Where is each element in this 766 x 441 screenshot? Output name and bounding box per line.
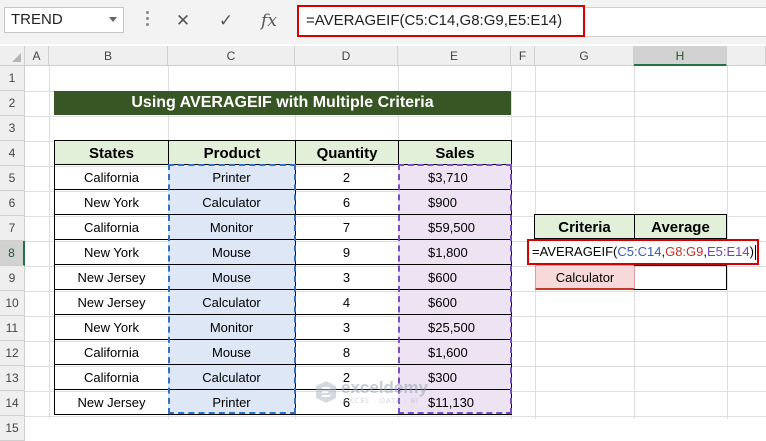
cell-sales[interactable]: $900 [398, 190, 512, 215]
header-quantity[interactable]: Quantity [295, 140, 399, 165]
column-header-e[interactable]: E [398, 46, 511, 66]
cell-quantity[interactable]: 2 [295, 165, 399, 190]
gridline-horizontal [25, 416, 766, 417]
watermark: exceldemy EXCEL · DATA · BI [315, 376, 465, 410]
drag-handle-icon[interactable] [146, 11, 149, 29]
edit-close: ) [749, 244, 754, 259]
watermark-tagline: EXCEL · DATA · BI [343, 398, 419, 405]
row-header-12[interactable]: 12 [0, 341, 25, 366]
cell-sales[interactable]: $1,800 [398, 240, 512, 265]
column-header-next[interactable] [727, 46, 766, 66]
formula-edit-cell[interactable]: =AVERAGEIF(C5:C14,G8:G9,E5:E14) [527, 239, 759, 265]
average-value-cell[interactable] [634, 265, 727, 290]
formula-bar-extension[interactable] [586, 7, 766, 37]
edit-range-3: E5:E14 [707, 244, 750, 259]
column-header-d[interactable]: D [295, 46, 398, 66]
cancel-icon[interactable]: ✕ [170, 8, 196, 34]
cell-sales[interactable]: $600 [398, 290, 512, 315]
insert-function-icon[interactable]: fx [256, 8, 282, 34]
row-header-6[interactable]: 6 [0, 191, 25, 216]
row-header-15[interactable]: 15 [0, 416, 25, 441]
sheet-title[interactable]: Using AVERAGEIF with Multiple Criteria [54, 91, 511, 115]
gridline-horizontal [25, 116, 766, 117]
cell-states[interactable]: New Jersey [54, 265, 169, 290]
cell-product[interactable]: Mouse [168, 240, 296, 265]
cell-quantity[interactable]: 6 [295, 190, 399, 215]
row-header-4[interactable]: 4 [0, 141, 25, 166]
formula-input[interactable]: =AVERAGEIF(C5:C14,G8:G9,E5:E14) [297, 5, 585, 37]
column-header-h[interactable]: H [634, 46, 727, 66]
header-sales[interactable]: Sales [398, 140, 512, 165]
row-header-9[interactable]: 9 [0, 266, 25, 291]
edit-fn: =AVERAGEIF( [532, 244, 618, 259]
cell-product[interactable]: Printer [168, 390, 296, 415]
cell-sales[interactable]: $59,500 [398, 215, 512, 240]
row-header-2[interactable]: 2 [0, 91, 25, 116]
cell-sales[interactable]: $3,710 [398, 165, 512, 190]
cell-product[interactable]: Monitor [168, 315, 296, 340]
cell-states[interactable]: New York [54, 315, 169, 340]
chevron-down-icon[interactable] [109, 17, 117, 22]
cell-product[interactable]: Calculator [168, 290, 296, 315]
formula-bar: TREND ✕ ✓ fx =AVERAGEIF(C5:C14,G8:G9,E5:… [0, 0, 766, 44]
row-header-3[interactable]: 3 [0, 116, 25, 141]
row-header-5[interactable]: 5 [0, 166, 25, 191]
cell-product[interactable]: Mouse [168, 340, 296, 365]
cell-quantity[interactable]: 3 [295, 315, 399, 340]
row-header-7[interactable]: 7 [0, 216, 25, 241]
cell-quantity[interactable]: 3 [295, 265, 399, 290]
header-product[interactable]: Product [168, 140, 296, 165]
column-header-b[interactable]: B [49, 46, 168, 66]
cell-product[interactable]: Monitor [168, 215, 296, 240]
cell-states[interactable]: New Jersey [54, 390, 169, 415]
cell-product[interactable]: Calculator [168, 190, 296, 215]
row-header-1[interactable]: 1 [0, 66, 25, 91]
watermark-name: exceldemy [341, 378, 428, 397]
cell-states[interactable]: California [54, 365, 169, 390]
average-header[interactable]: Average [634, 214, 727, 239]
criteria-value-cell[interactable]: Calculator [535, 265, 635, 290]
cell-states[interactable]: California [54, 215, 169, 240]
cell-states[interactable]: New Jersey [54, 290, 169, 315]
cell-sales[interactable]: $1,600 [398, 340, 512, 365]
column-header-g[interactable]: G [535, 46, 634, 66]
cell-sales[interactable]: $25,500 [398, 315, 512, 340]
edit-range-1: C5:C14 [617, 244, 662, 259]
cell-product[interactable]: Mouse [168, 265, 296, 290]
text-cursor [755, 245, 756, 261]
cell-states[interactable]: California [54, 165, 169, 190]
select-all-corner[interactable] [0, 46, 25, 66]
row-header-13[interactable]: 13 [0, 366, 25, 391]
name-box[interactable]: TREND [4, 7, 124, 33]
cell-states[interactable]: New York [54, 190, 169, 215]
cell-quantity[interactable]: 8 [295, 340, 399, 365]
row-header-14[interactable]: 14 [0, 391, 25, 416]
row-header-10[interactable]: 10 [0, 291, 25, 316]
cell-quantity[interactable]: 7 [295, 215, 399, 240]
header-states[interactable]: States [54, 140, 169, 165]
row-header-8[interactable]: 8 [0, 241, 25, 266]
column-header-a[interactable]: A [25, 46, 49, 66]
criteria-header[interactable]: Criteria [534, 214, 635, 239]
enter-icon[interactable]: ✓ [213, 8, 239, 34]
exceldemy-logo-icon [316, 381, 336, 403]
row-header-11[interactable]: 11 [0, 316, 25, 341]
cell-product[interactable]: Calculator [168, 365, 296, 390]
name-box-value: TREND [11, 11, 63, 28]
cell-quantity[interactable]: 4 [295, 290, 399, 315]
cell-quantity[interactable]: 9 [295, 240, 399, 265]
cell-states[interactable]: New York [54, 240, 169, 265]
column-header-f[interactable]: F [511, 46, 535, 66]
cell-sales[interactable]: $600 [398, 265, 512, 290]
cell-states[interactable]: California [54, 340, 169, 365]
edit-range-2: G8:G9 [665, 244, 704, 259]
column-header-c[interactable]: C [168, 46, 295, 66]
cell-product[interactable]: Printer [168, 165, 296, 190]
